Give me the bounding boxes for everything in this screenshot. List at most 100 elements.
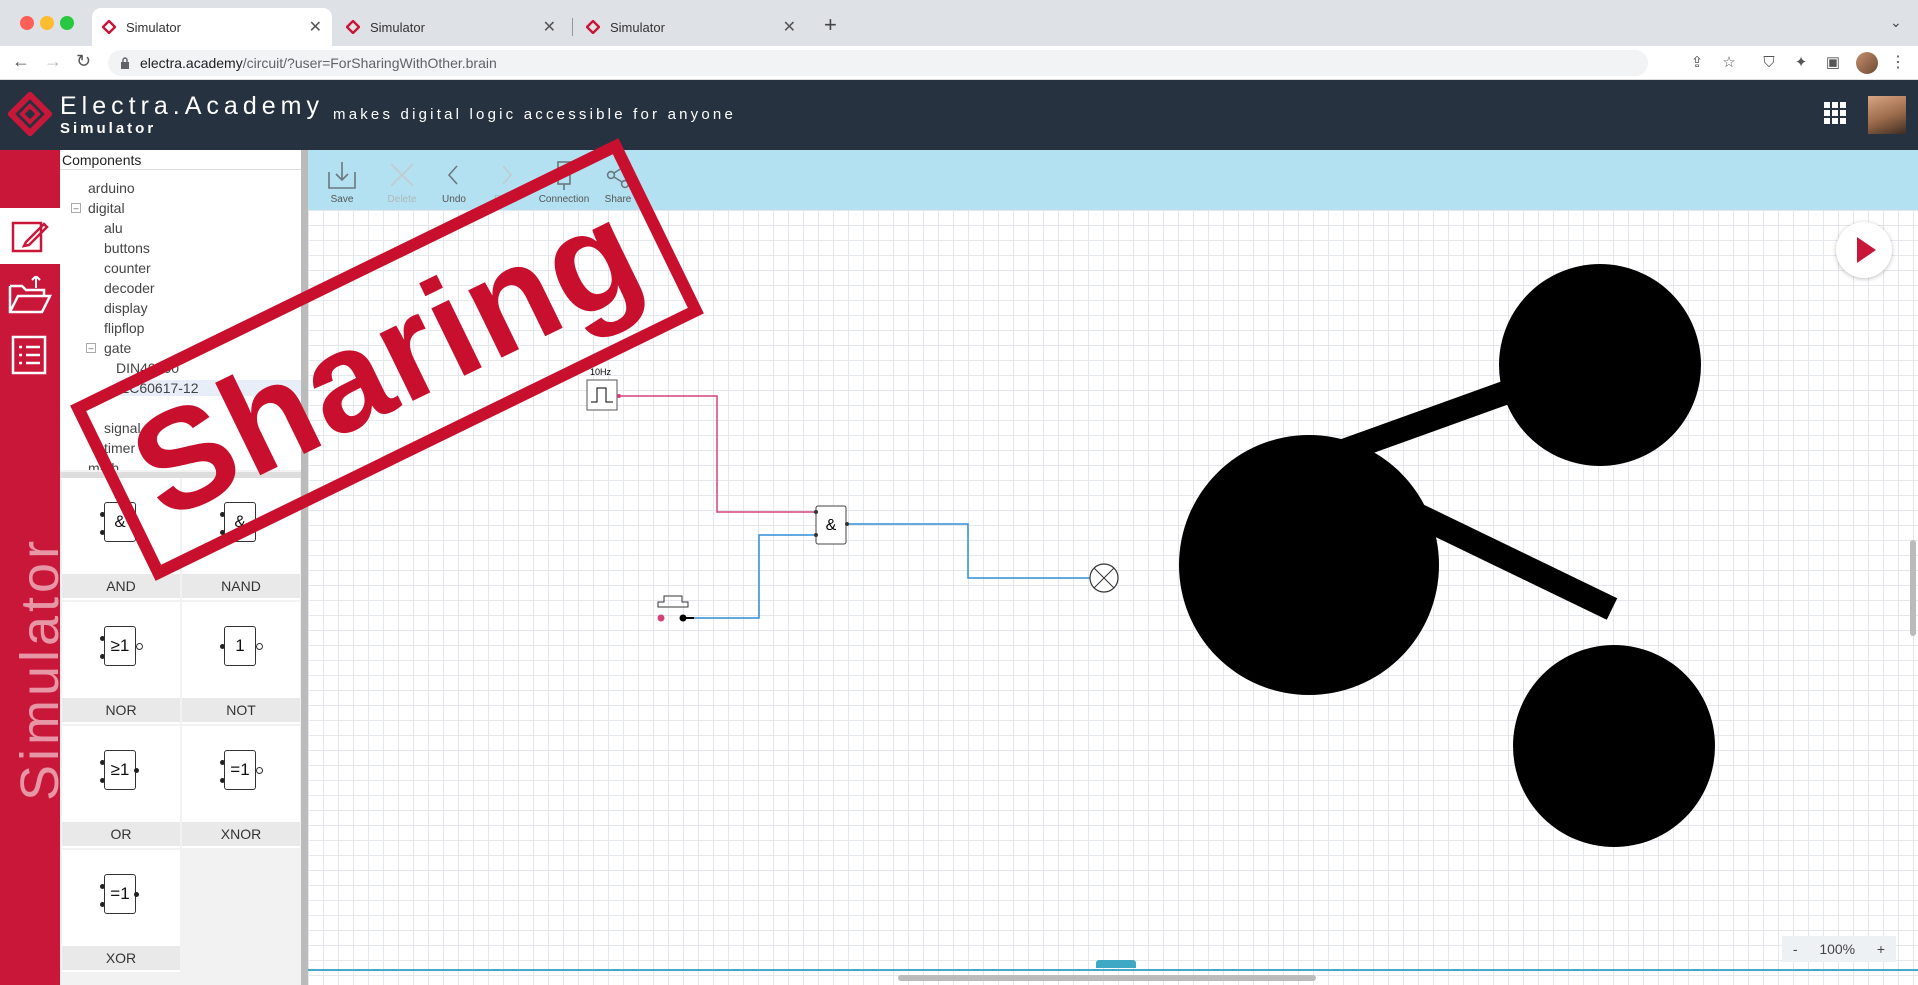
run-simulation-button[interactable]	[1836, 222, 1892, 278]
tree-item-gate[interactable]: gate	[104, 340, 131, 356]
components-panel: Components arduino – digital alu buttons…	[60, 150, 308, 985]
close-tab-icon[interactable]: ✕	[783, 17, 796, 37]
tagline: makes digital logic accessible for anyon…	[333, 106, 737, 123]
side-panel-icon[interactable]: ▣	[1824, 54, 1842, 72]
switch-wire[interactable]	[692, 534, 819, 619]
and-gate-label: &	[826, 517, 837, 534]
lock-icon	[121, 57, 129, 69]
browser-tab-2[interactable]: Simulator ✕	[336, 8, 566, 46]
components-header: Components	[60, 150, 308, 170]
tab-title: Simulator	[370, 19, 425, 35]
url-host: electra.academy	[140, 55, 243, 71]
tree-item-arduino[interactable]: arduino	[88, 180, 135, 196]
address-bar[interactable]: electra.academy/circuit/?user=ForSharing…	[108, 50, 1648, 76]
close-tab-icon[interactable]: ✕	[309, 17, 322, 37]
close-tab-icon[interactable]: ✕	[543, 17, 556, 37]
zoom-level: 100%	[1819, 941, 1856, 957]
or-gate-symbol: ≥1	[104, 750, 136, 790]
zoom-window-button[interactable]	[60, 16, 74, 30]
palette-xnor-gate[interactable]: =1 XNOR	[182, 726, 300, 848]
tab-separator	[572, 18, 573, 36]
browser-profile-avatar[interactable]	[1856, 52, 1878, 74]
extension-shield-icon[interactable]: ⛉	[1760, 54, 1778, 72]
tree-item-digital[interactable]: digital	[88, 200, 125, 216]
bookmark-star-icon[interactable]: ☆	[1720, 54, 1738, 72]
electra-favicon-icon	[586, 20, 600, 34]
palette-not-gate[interactable]: 1 NOT	[182, 602, 300, 724]
clock-generator[interactable]: 10Hz	[586, 367, 621, 411]
extensions-puzzle-icon[interactable]: ✦	[1792, 54, 1810, 72]
apps-grid-icon[interactable]	[1824, 102, 1846, 124]
tree-item-flipflop[interactable]: flipflop	[104, 320, 144, 336]
palette-label: NOR	[62, 698, 180, 722]
output-wire[interactable]	[847, 523, 1090, 579]
browser-toolbar: ← → ↻ electra.academy/circuit/?user=ForS…	[0, 46, 1918, 80]
clock-wire[interactable]	[619, 395, 819, 513]
reload-icon[interactable]: ↻	[76, 51, 91, 72]
tree-item-buttons[interactable]: buttons	[104, 240, 150, 256]
tree-collapse-toggle[interactable]: –	[71, 203, 81, 213]
clock-frequency-label: 10Hz	[590, 367, 612, 377]
palette-empty-cell	[182, 850, 300, 972]
palette-nor-gate[interactable]: ≥1 NOR	[62, 602, 180, 724]
not-gate-symbol: 1	[224, 626, 256, 666]
tab-search-chevron-icon[interactable]: ⌄	[1890, 14, 1902, 31]
minimize-window-button[interactable]	[40, 16, 54, 30]
canvas-bottom-rule	[308, 969, 1918, 971]
url-path: /circuit/?user=ForSharingWithOther.brain	[242, 55, 497, 71]
palette-label: NAND	[182, 574, 300, 598]
canvas-drawer-handle[interactable]	[1096, 960, 1136, 968]
forward-arrow-icon[interactable]: →	[44, 51, 62, 72]
left-rail: Simulator	[0, 150, 70, 985]
play-icon	[1857, 237, 1876, 263]
tab-title: Simulator	[126, 19, 181, 35]
new-tab-button[interactable]: +	[824, 12, 837, 38]
tree-item-counter[interactable]: counter	[104, 260, 151, 276]
palette-label: XNOR	[182, 822, 300, 846]
browser-tab-strip: Simulator ✕ Simulator ✕ Simulator ✕ + ⌄	[0, 0, 1918, 46]
big-share-icon	[1179, 264, 1715, 847]
brand-subtitle: Simulator	[60, 120, 157, 137]
palette-label: OR	[62, 822, 180, 846]
electra-favicon-icon	[346, 20, 360, 34]
zoom-out-button[interactable]: -	[1793, 941, 1798, 957]
brand-name: Electra.Academy	[60, 92, 324, 120]
share-page-icon[interactable]: ⇪	[1688, 54, 1706, 72]
palette-label: XOR	[62, 946, 180, 970]
open-folder-button[interactable]	[0, 268, 60, 324]
back-arrow-icon[interactable]: ←	[12, 51, 30, 72]
screen: Simulator ✕ Simulator ✕ Simulator ✕ + ⌄ …	[0, 0, 1918, 985]
tree-item-decoder[interactable]: decoder	[104, 280, 155, 296]
zoom-control: - 100% +	[1782, 936, 1896, 962]
nor-gate-symbol: ≥1	[104, 626, 136, 666]
folder-open-icon	[8, 276, 52, 314]
palette-or-gate[interactable]: ≥1 OR	[62, 726, 180, 848]
tree-item-alu[interactable]: alu	[104, 220, 123, 236]
browser-tab-3[interactable]: Simulator ✕	[576, 8, 806, 46]
close-window-button[interactable]	[20, 16, 34, 30]
user-avatar[interactable]	[1868, 96, 1906, 134]
canvas-horizontal-scrollbar[interactable]	[898, 975, 1316, 981]
browser-menu-icon[interactable]: ⋮	[1890, 52, 1906, 72]
zoom-in-button[interactable]: +	[1877, 941, 1885, 957]
canvas-vertical-scrollbar[interactable]	[1910, 540, 1916, 636]
tree-item-display[interactable]: display	[104, 300, 148, 316]
browser-tab-1[interactable]: Simulator ✕	[92, 8, 332, 46]
pencil-edit-icon	[11, 221, 49, 253]
lamp-output[interactable]	[1089, 563, 1119, 593]
push-button-component[interactable]	[657, 595, 695, 622]
xor-gate-symbol: =1	[104, 874, 136, 914]
edit-mode-button[interactable]	[0, 208, 60, 264]
list-icon	[11, 335, 47, 375]
xnor-gate-symbol: =1	[224, 750, 256, 790]
electra-favicon-icon	[102, 20, 116, 34]
tree-collapse-toggle[interactable]: –	[86, 343, 96, 353]
app-header: Electra.Academy Simulator makes digital …	[0, 80, 1918, 150]
palette-label: NOT	[182, 698, 300, 722]
palette-xor-gate[interactable]: =1 XOR	[62, 850, 180, 972]
palette-label: AND	[62, 574, 180, 598]
panel-scrollbar[interactable]	[301, 150, 308, 985]
electra-logo-icon[interactable]	[8, 92, 52, 136]
list-view-button[interactable]	[0, 328, 60, 384]
and-gate-on-canvas[interactable]: &	[814, 505, 849, 545]
